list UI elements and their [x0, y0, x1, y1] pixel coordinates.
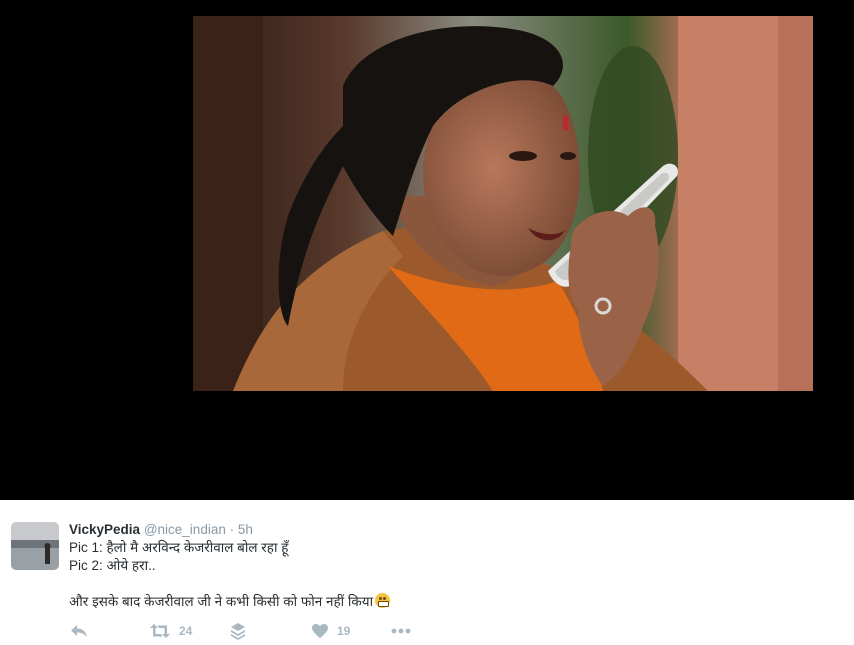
retweet-count: 24: [179, 624, 193, 638]
stack-icon: [231, 623, 245, 640]
tweet-media[interactable]: [0, 0, 854, 500]
retweet-button[interactable]: 24: [149, 620, 192, 642]
like-count: 19: [337, 624, 351, 638]
more-dots-icon: [391, 628, 411, 634]
stack-button[interactable]: [229, 620, 247, 642]
retweet-icon: [150, 624, 170, 638]
author-fullname[interactable]: VickyPedia: [69, 522, 140, 537]
tweet-text-line-3-text: और इसके बाद केजरीवाल जी ने कभी किसी को फ…: [69, 594, 374, 609]
tweet-timestamp[interactable]: 5h: [238, 522, 253, 537]
tweet-photo[interactable]: [193, 16, 813, 391]
tweet-text-line-2: Pic 2: ओये हरा..: [69, 558, 156, 573]
tweet-text-line-1: Pic 1: हैलो मै अरविन्द केजरीवाल बोल रहा …: [69, 540, 289, 555]
tweet-text-line-3: और इसके बाद केजरीवाल जी ने कभी किसी को फ…: [69, 593, 391, 611]
separator-dot: ·: [229, 522, 235, 537]
tweet-header: VickyPedia @nice_indian · 5h: [69, 521, 253, 539]
reply-icon: [71, 625, 87, 637]
reply-button[interactable]: [69, 620, 89, 642]
avatar-image: [11, 522, 59, 570]
avatar[interactable]: [11, 522, 59, 570]
author-handle[interactable]: @nice_indian: [144, 522, 226, 537]
more-button[interactable]: [391, 620, 411, 642]
like-button[interactable]: 19: [311, 620, 350, 642]
heart-icon: [312, 624, 328, 638]
tweet: VickyPedia @nice_indian · 5h Pic 1: हैलो…: [0, 500, 854, 645]
grimacing-emoji-icon: [375, 593, 391, 608]
